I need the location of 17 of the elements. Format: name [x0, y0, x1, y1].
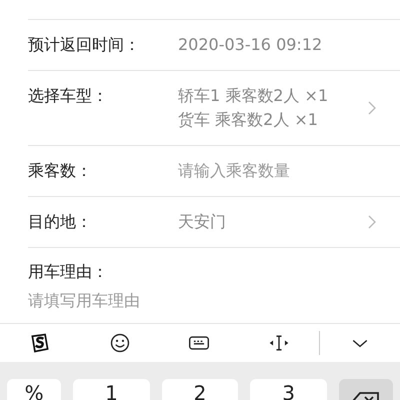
field-label: 乘客数： [28, 160, 93, 182]
field-label: 用车理由： [28, 261, 109, 283]
field-value[interactable]: 2020-03-16 09:12 [178, 33, 360, 57]
field-value[interactable]: 轿车1 乘客数2人 ×1 [178, 84, 360, 108]
field-value[interactable]: 货车 乘客数2人 ×1 [178, 108, 360, 132]
keyboard-key[interactable]: 1 [73, 379, 150, 400]
keyboard-key[interactable]: 3 [250, 379, 327, 400]
input-field[interactable]: 请输入乘客数量 [178, 159, 378, 183]
keyboard-key[interactable]: % [7, 379, 62, 400]
keyboard-key[interactable]: 2 [162, 379, 238, 400]
keyboard-logo-icon[interactable] [28, 332, 51, 354]
field-label: 选择车型： [28, 85, 109, 107]
input-field[interactable]: 请填写用车理由 [28, 289, 228, 313]
field-label: 目的地： [28, 211, 93, 233]
field-value[interactable]: 天安门 [178, 210, 360, 234]
emoji-icon[interactable] [108, 332, 131, 354]
field-label: 预计返回时间： [28, 34, 141, 56]
